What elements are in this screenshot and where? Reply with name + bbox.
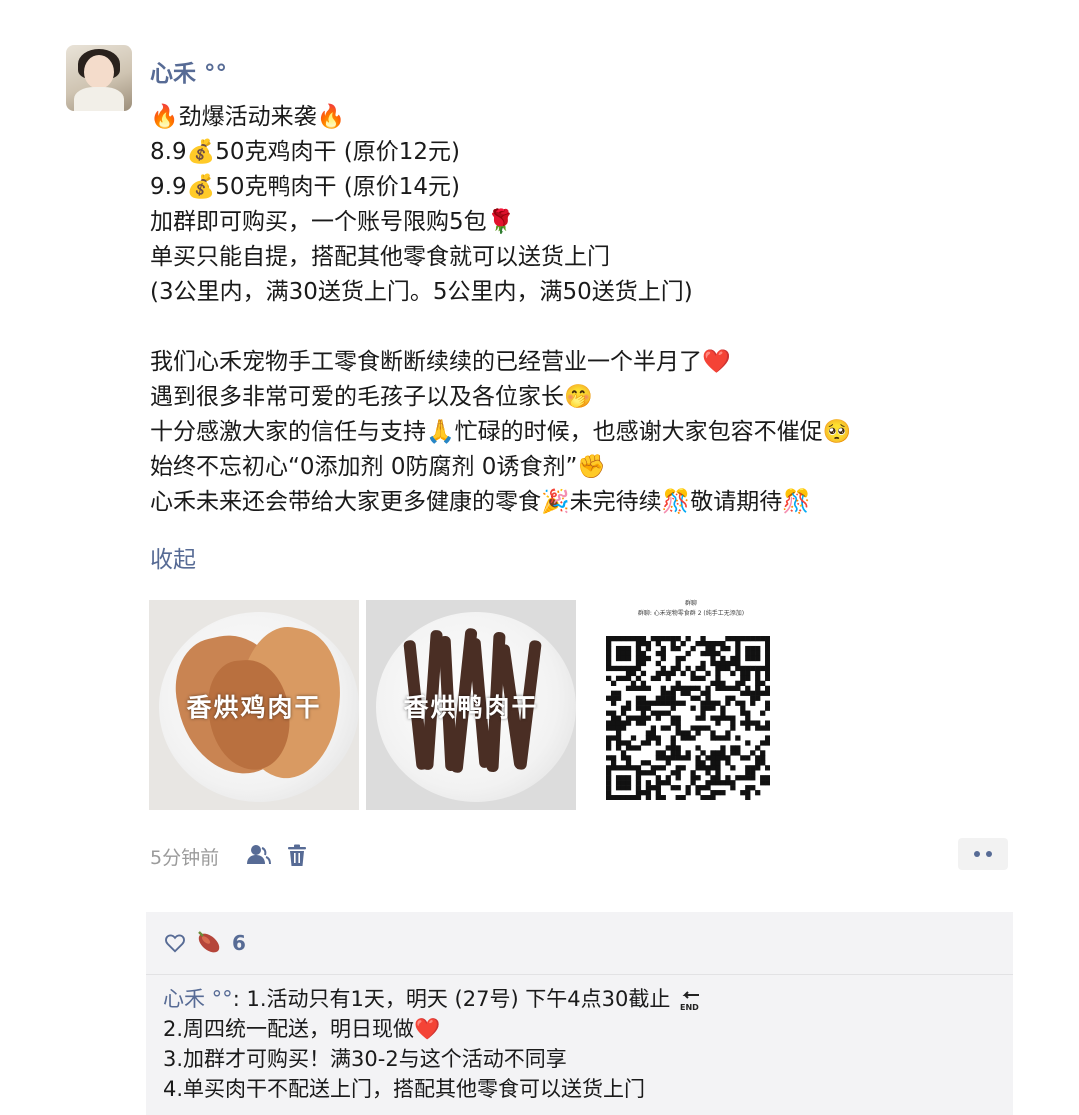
sweet-potato-icon[interactable]: [194, 928, 224, 958]
post-line: 心禾未来还会带给大家更多健康的零食🎉未完待续🎊敬请期待🎊: [150, 489, 811, 515]
person-privacy-icon[interactable]: [245, 842, 271, 868]
post-line: 始终不忘初心“0添加剂 0防腐剂 0诱食剂”✊: [150, 454, 606, 480]
photo-caption: 香烘鸭肉干: [403, 693, 539, 722]
comment-separator: :: [232, 987, 247, 1011]
post-line: 🔥劲爆活动来袭🔥: [150, 104, 346, 130]
post-line: (3公里内，满30送货上门。5公里内，满50送货上门): [150, 279, 693, 305]
comment-line: 2.周四统一配送，明日现做❤️: [163, 1017, 441, 1041]
dot: [986, 851, 992, 857]
comment-line: 3.加群才可购买！满30-2与这个活动不同享: [163, 1047, 567, 1071]
post-line: 我们心禾宠物手工零食断断续续的已经营业一个半月了❤️: [150, 349, 731, 375]
dot: [974, 851, 980, 857]
post-text: 🔥劲爆活动来袭🔥 8.9💰50克鸡肉干 (原价12元) 9.9💰50克鸭肉干 (…: [150, 100, 1030, 520]
post-line: 9.9💰50克鸭肉干 (原价14元): [150, 174, 461, 200]
svg-text:END: END: [680, 1003, 699, 1012]
photo-duck-jerky[interactable]: 香烘鸭肉干: [366, 600, 576, 810]
author-name[interactable]: 心禾 °°: [150, 54, 227, 88]
divider: [146, 974, 1013, 975]
qr-caption: 群聊: 心禾宠物零食群 2 (纯手工无添加): [637, 610, 745, 617]
likes-row: 6: [164, 928, 246, 958]
heart-outline-icon[interactable]: [164, 932, 186, 954]
comment-line: 4.单买肉干不配送上门，搭配其他零食可以送货上门: [163, 1077, 646, 1101]
end-arrow-icon: END: [680, 991, 699, 1012]
avatar-face: [84, 55, 114, 89]
photo-caption: 香烘鸡肉干: [186, 693, 322, 722]
post-line: 单买只能自提，搭配其他零食就可以送货上门: [150, 244, 610, 270]
photo-chicken-jerky[interactable]: 香烘鸡肉干: [149, 600, 359, 810]
trash-icon[interactable]: [284, 842, 310, 868]
more-dots-button[interactable]: [958, 838, 1008, 870]
photo-qr-code[interactable]: 群聊 群聊: 心禾宠物零食群 2 (纯手工无添加): [586, 600, 796, 810]
comment-author[interactable]: 心禾 °°: [163, 987, 233, 1011]
comment[interactable]: 心禾 °°: 1.活动只有1天，明天 (27号) 下午4点30截止 END 2.…: [163, 984, 1003, 1104]
likes-count: 6: [232, 931, 246, 955]
author-avatar[interactable]: [66, 45, 132, 111]
qr-header: 群聊: [684, 600, 697, 607]
post-line: 十分感激大家的信任与支持🙏忙碌的时候，也感谢大家包容不催促🥺: [150, 419, 852, 445]
post-line: 加群即可购买，一个账号限购5包🌹: [150, 209, 516, 235]
qr-code-icon: [606, 636, 770, 800]
avatar-body: [74, 87, 124, 111]
interaction-panel: 6 心禾 °°: 1.活动只有1天，明天 (27号) 下午4点30截止 END …: [146, 912, 1013, 1115]
post-line: 遇到很多非常可爱的毛孩子以及各位家长🤭: [150, 384, 593, 410]
collapse-link[interactable]: 收起: [150, 540, 196, 574]
comment-line: 心禾 °°: 1.活动只有1天，明天 (27号) 下午4点30截止 END: [163, 984, 1003, 1014]
comment-text: 1.活动只有1天，明天 (27号) 下午4点30截止: [246, 987, 671, 1011]
post-line: 8.9💰50克鸡肉干 (原价12元): [150, 139, 461, 165]
post-timestamp: 5分钟前: [150, 847, 220, 869]
